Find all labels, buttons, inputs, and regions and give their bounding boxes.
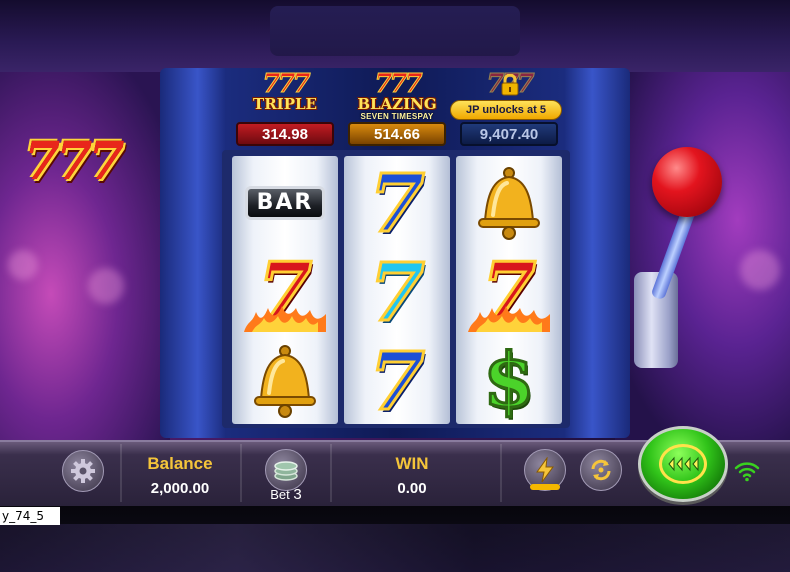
bell-icon [254,344,316,418]
divider [330,444,332,502]
dollar-symbol: $ [482,337,536,424]
footer-strip [0,506,790,572]
bet-label: Bet [270,487,290,502]
jackpot-sevens: 777 [374,69,423,99]
jackpot-subtitle: SEVEN TIMESPAY [360,112,434,121]
blue-seven-symbol: 7 [368,155,427,250]
divider [240,444,242,502]
lock-icon [501,74,519,96]
turbo-indicator [530,484,560,490]
balance-label: Balance [147,454,213,473]
lightning-icon [536,457,554,483]
jackpot-unlock-banner: JP unlocks at 5 [450,100,562,120]
symbol-bar: BAR [232,158,338,247]
jackpot-sevens: 777 [262,69,311,99]
jackpot-name: BLAZING [357,95,437,113]
gear-icon [71,459,95,483]
reel-2: 7 7 7 [344,156,450,424]
game-logo: 777 [24,131,125,192]
lever-handle[interactable] [652,147,722,217]
wifi-icon [734,462,760,482]
bet-button[interactable] [265,449,307,491]
symbol-fire-seven: 7 [232,247,338,336]
symbol-blue-seven: 7 [344,158,450,247]
top-backdrop [0,0,790,72]
flame-icon [468,306,550,332]
jackpot-triple: 777 TRIPLE 314.98 [230,69,340,150]
reel-3: 7 $ [456,156,562,424]
spin-button[interactable] [638,426,728,502]
reel-1: BAR 7 [232,156,338,424]
coin-stack-icon [274,461,298,481]
symbol-fire-seven: 7 [456,247,562,336]
balance-value: 2,000.00 [150,480,210,497]
bet-value: 3 [293,486,302,503]
settings-button[interactable] [62,450,104,492]
bokeh-light [740,250,780,290]
jackpot-title: 777 BLAZING SEVEN TIMESPAY [342,69,452,122]
win-value: 0.00 [397,480,427,497]
spin-icon [668,456,699,472]
cyan-seven-symbol: 7 [368,244,427,339]
win-label: WIN [395,454,429,473]
divider [500,444,502,502]
jackpot-value: 314.98 [236,122,334,146]
bell-icon [478,166,540,240]
jackpot-name: TRIPLE [253,95,317,113]
bet-display: Bet 3 [258,486,314,503]
auto-spin-icon [591,459,611,481]
symbol-dollar: $ [456,336,562,425]
build-code: y_74_5 [0,507,60,525]
jackpot-locked[interactable]: 777 JP unlocks at 5 9,407.40 [450,71,564,150]
jackpot-blazing: 777 BLAZING SEVEN TIMESPAY 514.66 [342,69,452,150]
bokeh-light [8,250,38,280]
symbol-bell [456,158,562,247]
slot-game-screen: 777 777 TRIPLE 314.98 777 BLAZING SEVEN … [0,0,790,572]
bokeh-light [88,268,124,304]
divider [120,444,122,502]
jackpot-value: 9,407.40 [460,122,558,146]
symbol-bell [232,336,338,425]
auto-spin-button[interactable] [580,449,622,491]
symbol-blue-seven: 7 [344,336,450,425]
blue-seven-symbol: 7 [368,333,427,428]
symbol-cyan-seven: 7 [344,247,450,336]
spin-ring [659,444,707,484]
flame-icon [244,306,326,332]
jackpot-value: 514.66 [348,122,446,146]
bar-symbol: BAR [245,185,325,220]
jackpot-title: 777 TRIPLE [230,69,340,118]
